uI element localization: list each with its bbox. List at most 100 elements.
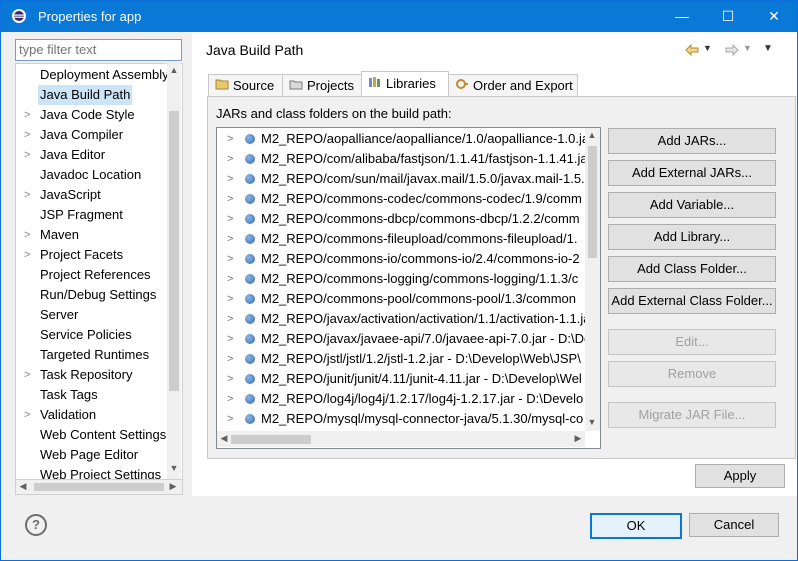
jar-list-item[interactable]: > M2_REPO/log4j/log4j/1.2.17/log4j-1.2.17… (217, 389, 587, 409)
tree-horizontal-scrollbar[interactable]: ◀ ▶ (15, 479, 183, 495)
scrollbar-thumb[interactable] (231, 435, 311, 444)
tab-order-and-export[interactable]: Order and Export (448, 74, 578, 97)
tree-item-targeted-runtimes[interactable]: Targeted Runtimes (16, 345, 168, 365)
chevron-right-icon[interactable]: > (24, 105, 34, 125)
chevron-right-icon[interactable]: > (24, 245, 34, 265)
chevron-right-icon[interactable]: > (227, 149, 233, 169)
jar-list-horizontal-scrollbar[interactable]: ◀ ▶ (217, 431, 585, 447)
chevron-right-icon[interactable]: > (227, 269, 233, 289)
chevron-right-icon[interactable]: > (227, 209, 233, 229)
add-variable-button[interactable]: Add Variable... (608, 192, 776, 218)
chevron-right-icon[interactable]: > (227, 409, 233, 429)
filter-input[interactable] (16, 40, 182, 58)
jar-list-item[interactable]: > M2_REPO/javax/activation/activation/1.1… (217, 309, 587, 329)
tree-item-web-page-editor[interactable]: Web Page Editor (16, 445, 168, 465)
chevron-right-icon[interactable]: > (227, 249, 233, 269)
jar-list-item[interactable]: > M2_REPO/jstl/jstl/1.2/jstl-1.2.jar - D:… (217, 349, 587, 369)
ok-button[interactable]: OK (590, 513, 682, 539)
scroll-up-icon[interactable]: ▲ (167, 65, 181, 75)
jar-list-item[interactable]: > M2_REPO/junit/junit/4.11/junit-4.11.jar… (217, 369, 587, 389)
tree-item-jsp-fragment[interactable]: JSP Fragment (16, 205, 168, 225)
jar-list-item[interactable]: > M2_REPO/com/alibaba/fastjson/1.1.41/fas… (217, 149, 587, 169)
back-dropdown-icon[interactable]: ▼ (703, 43, 712, 53)
jar-list-item[interactable]: > M2_REPO/commons-io/commons-io/2.4/commo… (217, 249, 587, 269)
tree-item-java-build-path[interactable]: Java Build Path (16, 85, 168, 105)
jar-list-item[interactable]: > M2_REPO/mysql/mysql-connector-java/5.1.… (217, 409, 587, 429)
tree-item-maven[interactable]: > Maven (16, 225, 168, 245)
edit-button[interactable]: Edit... (608, 329, 776, 355)
chevron-right-icon[interactable]: > (227, 369, 233, 389)
chevron-right-icon[interactable]: > (227, 169, 233, 189)
add-class-folder-button[interactable]: Add Class Folder... (608, 256, 776, 282)
scrollbar-thumb[interactable] (588, 146, 597, 258)
scroll-up-icon[interactable]: ▲ (585, 130, 599, 140)
scrollbar-thumb[interactable] (34, 483, 164, 491)
chevron-right-icon[interactable]: > (227, 289, 233, 309)
jar-list-item[interactable]: > M2_REPO/javax/javaee-api/7.0/javaee-api… (217, 329, 587, 349)
chevron-right-icon[interactable]: > (24, 185, 34, 205)
tree-item-task-repository[interactable]: > Task Repository (16, 365, 168, 385)
chevron-right-icon[interactable]: > (227, 229, 233, 249)
add-jars-button[interactable]: Add JARs... (608, 128, 776, 154)
jar-list-item[interactable]: > M2_REPO/commons-fileupload/commons-file… (217, 229, 587, 249)
tree-item-service-policies[interactable]: Service Policies (16, 325, 168, 345)
forward-arrow-icon[interactable] (725, 44, 739, 56)
tab-libraries[interactable]: Libraries (361, 71, 449, 98)
add-library-button[interactable]: Add Library... (608, 224, 776, 250)
scroll-right-icon[interactable]: ▶ (166, 481, 180, 492)
tree-item-project-references[interactable]: Project References (16, 265, 168, 285)
chevron-right-icon[interactable]: > (24, 405, 34, 425)
help-icon[interactable]: ? (25, 514, 47, 536)
tree-item-task-tags[interactable]: Task Tags (16, 385, 168, 405)
chevron-right-icon[interactable]: > (24, 125, 34, 145)
apply-button[interactable]: Apply (695, 464, 785, 488)
tab-source[interactable]: Source (208, 74, 284, 97)
jar-list-item[interactable]: > M2_REPO/commons-dbcp/commons-dbcp/1.2.2… (217, 209, 587, 229)
jar-list-item[interactable]: > M2_REPO/commons-logging/commons-logging… (217, 269, 587, 289)
tree-item-javadoc-location[interactable]: Javadoc Location (16, 165, 168, 185)
chevron-right-icon[interactable]: > (227, 389, 233, 409)
tree-vertical-scrollbar[interactable]: ▲ ▼ (167, 63, 181, 479)
jar-list-item[interactable]: > M2_REPO/commons-codec/commons-codec/1.9… (217, 189, 587, 209)
tree-item-java-compiler[interactable]: > Java Compiler (16, 125, 168, 145)
chevron-right-icon[interactable]: > (227, 309, 233, 329)
maximize-button[interactable]: ☐ (705, 1, 751, 32)
jar-list-item[interactable]: > M2_REPO/commons-pool/commons-pool/1.3/c… (217, 289, 587, 309)
chevron-right-icon[interactable]: > (227, 129, 233, 149)
filter-field[interactable] (15, 39, 182, 61)
tree-item-validation[interactable]: > Validation (16, 405, 168, 425)
remove-button[interactable]: Remove (608, 361, 776, 387)
cancel-button[interactable]: Cancel (689, 513, 779, 537)
chevron-right-icon[interactable]: > (24, 145, 34, 165)
scroll-left-icon[interactable]: ◀ (217, 433, 231, 444)
jar-list-vertical-scrollbar[interactable]: ▲ ▼ (585, 128, 600, 431)
chevron-right-icon[interactable]: > (227, 189, 233, 209)
chevron-right-icon[interactable]: > (227, 329, 233, 349)
chevron-right-icon[interactable]: > (24, 365, 34, 385)
minimize-button[interactable]: — (659, 1, 705, 32)
scroll-down-icon[interactable]: ▼ (585, 417, 599, 427)
close-button[interactable]: ✕ (751, 1, 797, 32)
scroll-left-icon[interactable]: ◀ (16, 481, 30, 492)
tree-item-server[interactable]: Server (16, 305, 168, 325)
scrollbar-thumb[interactable] (169, 111, 179, 391)
back-arrow-icon[interactable] (685, 44, 699, 56)
tree-item-java-code-style[interactable]: > Java Code Style (16, 105, 168, 125)
view-menu-icon[interactable]: ▼ (763, 43, 773, 54)
add-external-jars-button[interactable]: Add External JARs... (608, 160, 776, 186)
migrate-jar-button[interactable]: Migrate JAR File... (608, 402, 776, 428)
forward-dropdown-icon[interactable]: ▼ (743, 43, 752, 53)
scroll-down-icon[interactable]: ▼ (167, 463, 181, 473)
jar-list-item[interactable]: > M2_REPO/aopalliance/aopalliance/1.0/aop… (217, 129, 587, 149)
tree-item-javascript[interactable]: > JavaScript (16, 185, 168, 205)
tree-item-project-facets[interactable]: > Project Facets (16, 245, 168, 265)
tree-item-web-content-settings[interactable]: Web Content Settings (16, 425, 168, 445)
tree-item-run-debug-settings[interactable]: Run/Debug Settings (16, 285, 168, 305)
scroll-right-icon[interactable]: ▶ (571, 433, 585, 444)
tab-projects[interactable]: Projects (282, 74, 364, 97)
tree-item-deployment-assembly[interactable]: Deployment Assembly (16, 65, 169, 85)
chevron-right-icon[interactable]: > (227, 349, 233, 369)
jar-list-item[interactable]: > M2_REPO/com/sun/mail/javax.mail/1.5.0/j… (217, 169, 587, 189)
tree-item-java-editor[interactable]: > Java Editor (16, 145, 168, 165)
chevron-right-icon[interactable]: > (24, 225, 34, 245)
